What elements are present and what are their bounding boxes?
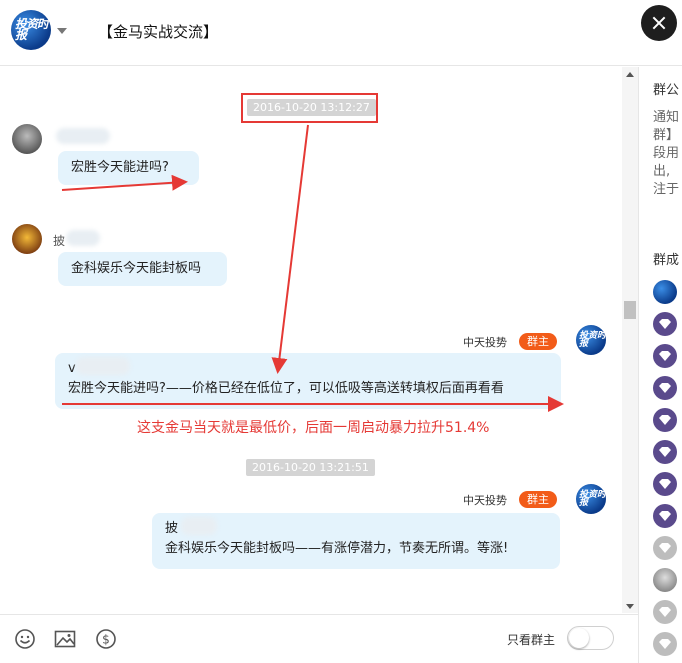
group-info-panel: 群公 通知 群】 段用 出, 注于 群成 [639,67,682,663]
diamond-icon [659,447,671,457]
message-text: 金科娱乐今天能封板吗 [71,261,202,276]
diamond-icon [659,639,671,649]
notice-heading: 群公 [653,83,680,98]
red-annotation: 这支金马当天就是最低价，后面一周启动暴力拉升51.4% [137,420,490,436]
diamond-icon [659,383,671,393]
blurred-username [181,517,217,535]
only-owner-label: 只看群主 [507,633,556,647]
dollar-icon[interactable]: $ [95,628,117,650]
quote-sender-char: v [68,361,76,376]
emoji-icon[interactable] [14,628,36,650]
diamond-icon [659,351,671,361]
diamond-icon [659,607,671,617]
notice-line: 出, [653,164,671,179]
sender-name-char: 披 [53,234,66,248]
image-icon[interactable] [54,628,76,650]
members-heading: 群成 [653,253,680,268]
scroll-down-icon[interactable] [626,604,634,609]
member-avatar[interactable] [653,440,677,464]
sender-name: 中天投势 [463,336,507,349]
timestamp: 2016-10-20 13:21:51 [246,459,375,476]
notice-text: 通知 群】 段用 出, 注于 [653,109,679,199]
member-avatar[interactable] [653,280,677,304]
message-text: 金科娱乐今天能封板吗——有涨停潜力，节奏无所谓。等涨! [165,541,509,556]
diamond-icon [659,319,671,329]
notice-line: 通知 [653,110,680,125]
only-owner-toggle[interactable] [567,626,614,650]
member-avatar[interactable] [653,600,677,624]
member-avatar[interactable] [653,344,677,368]
avatar[interactable] [12,224,42,254]
member-avatar[interactable] [653,408,677,432]
quote-sender-char: 披 [165,521,179,536]
close-button[interactable] [641,5,677,41]
member-avatar[interactable] [653,376,677,400]
diamond-icon [659,543,671,553]
logo-text: 投资时报 [15,17,49,42]
group-avatar[interactable]: 投资时报 [11,10,51,50]
chat-header: 投资时报 【金马实战交流】 [0,0,682,66]
message-text: 宏胜今天能进吗? [71,160,169,175]
logo-text: 投资时报 [579,490,606,508]
notice-line: 群】 [653,128,680,143]
message-bubble[interactable]: 金科娱乐今天能封板吗 [58,252,227,286]
owner-badge: 群主 [519,491,557,508]
notice-line: 段用 [653,146,680,161]
sender-name: 中天投势 [463,494,507,507]
member-avatar[interactable] [653,312,677,336]
avatar[interactable] [12,124,42,154]
scrollbar-thumb[interactable] [624,301,636,319]
chat-scrollbar[interactable] [622,67,638,613]
chat-message-area: 2016-10-20 13:12:27 宏胜今天能进吗? 披 金科娱乐今天能封板… [0,67,621,613]
member-avatar[interactable] [653,536,677,560]
member-avatar[interactable] [653,632,677,656]
blurred-username [56,128,110,144]
arrow-to-reply [271,124,309,374]
toggle-knob [569,628,589,648]
message-bubble[interactable]: v 宏胜今天能进吗?——价格已经在低位了，可以低吸等高送转填权后面再看看 [55,353,561,409]
member-avatar[interactable] [653,472,677,496]
avatar[interactable]: 投资时报 [576,484,606,514]
blurred-username [76,357,130,375]
input-toolbar: $ 只看群主 [0,614,638,663]
timestamp: 2016-10-20 13:12:27 [247,99,376,116]
chat-title: 【金马实战交流】 [98,23,219,41]
owner-badge: 群主 [519,333,557,350]
message-text: 宏胜今天能进吗?——价格已经在低位了，可以低吸等高送转填权后面再看看 [68,381,504,396]
diamond-icon [659,511,671,521]
notice-line: 注于 [653,182,680,197]
member-avatar[interactable] [653,504,677,528]
message-bubble[interactable]: 宏胜今天能进吗? [58,151,199,185]
svg-text:$: $ [102,633,110,647]
scroll-up-icon[interactable] [626,72,634,77]
diamond-icon [659,415,671,425]
logo-text: 投资时报 [579,331,606,349]
diamond-icon [659,479,671,489]
chevron-down-icon[interactable] [57,28,67,34]
blurred-username [66,230,100,246]
member-avatar[interactable] [653,568,677,592]
avatar[interactable]: 投资时报 [576,325,606,355]
